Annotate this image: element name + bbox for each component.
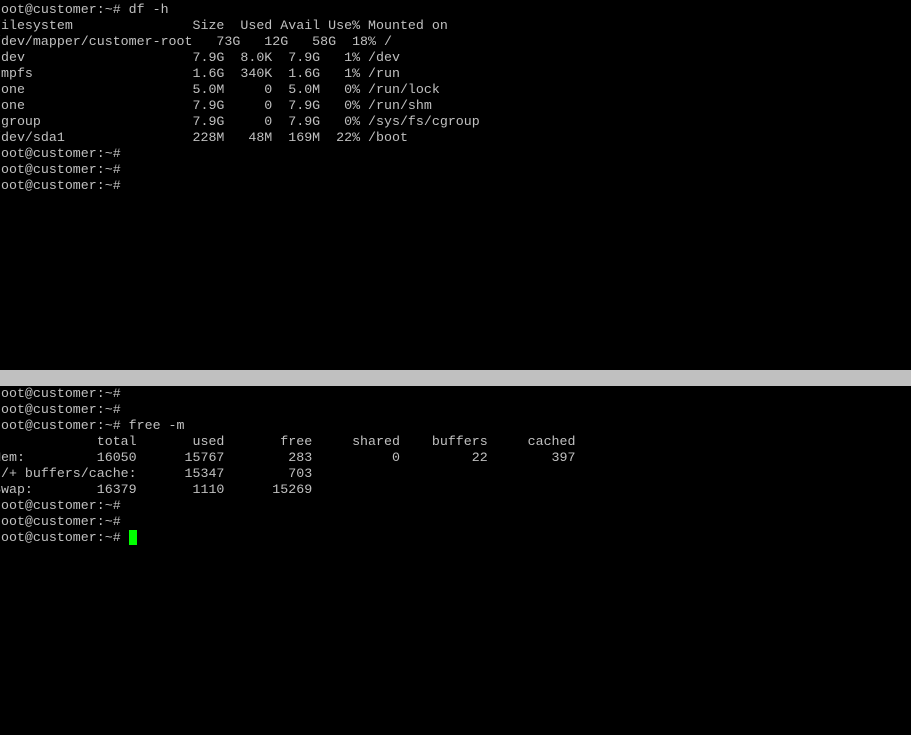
block-cursor-icon — [128, 530, 137, 545]
tmux-status-bar[interactable]: 0 bash — [0, 370, 911, 401]
terminal-line: root@customer:~# — [0, 498, 121, 513]
terminal-window[interactable]: root@customer:~# df -h Filesystem Size U… — [0, 0, 911, 735]
terminal-line: none 5.0M 0 5.0M 0% /run/lock — [0, 82, 440, 97]
command-prompt-line[interactable]: root@customer:~# — [0, 530, 911, 546]
terminal-line: root@customer:~# — [0, 386, 121, 401]
terminal-line: root@customer:~# — [0, 402, 121, 417]
prompt: root@customer:~# — [0, 530, 129, 545]
terminal-line: udev 7.9G 8.0K 7.9G 1% /dev — [0, 50, 400, 65]
bottom-pane[interactable]: root@customer:~# root@customer:~# root@c… — [0, 386, 911, 735]
terminal-line: /dev/mapper/customer-root 73G 12G 58G 18… — [0, 34, 392, 49]
terminal-line: Swap: 16379 1110 15269 — [0, 482, 313, 497]
terminal-line: Mem: 16050 15767 283 0 22 397 — [0, 450, 576, 465]
terminal-line: root@customer:~# — [0, 178, 121, 193]
terminal-line: -/+ buffers/cache: 15347 703 — [0, 466, 313, 481]
terminal-line: Filesystem Size Used Avail Use% Mounted … — [0, 18, 448, 33]
terminal-line: tmpfs 1.6G 340K 1.6G 1% /run — [0, 66, 400, 81]
terminal-line: root@customer:~# — [0, 146, 121, 161]
terminal-line: root@customer:~# — [0, 162, 121, 177]
terminal-line: cgroup 7.9G 0 7.9G 0% /sys/fs/cgroup — [0, 114, 480, 129]
terminal-line: /dev/sda1 228M 48M 169M 22% /boot — [0, 130, 408, 145]
terminal-line: none 7.9G 0 7.9G 0% /run/shm — [0, 98, 432, 113]
terminal-line: root@customer:~# df -h — [0, 2, 169, 17]
terminal-line: root@customer:~# free -m — [0, 418, 185, 433]
terminal-line: root@customer:~# — [0, 514, 121, 529]
top-pane[interactable]: root@customer:~# df -h Filesystem Size U… — [0, 2, 911, 368]
terminal-line: total used free shared buffers cached — [0, 434, 576, 449]
